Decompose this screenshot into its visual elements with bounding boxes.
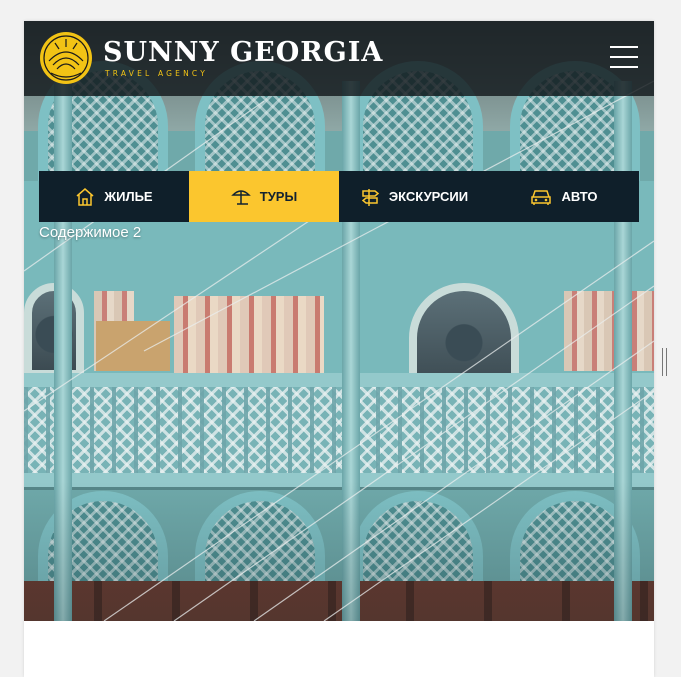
sun-logo-icon[interactable] — [39, 31, 93, 85]
category-tabs: ЖИЛЬЕ ТУРЫ ЭКСКУРСИИ АВТО — [39, 171, 639, 222]
house-icon — [76, 187, 94, 206]
resize-handle[interactable] — [662, 348, 667, 376]
tab-auto[interactable]: АВТО — [489, 171, 639, 222]
tab-housing-label: ЖИЛЬЕ — [104, 189, 153, 204]
page-frame: SUNNY GEORGIA TRAVEL AGENCY ЖИЛЬЕ ТУРЫ Э… — [24, 21, 654, 677]
beach-umbrella-icon — [230, 189, 251, 205]
tab-housing[interactable]: ЖИЛЬЕ — [39, 171, 189, 222]
tab-excursions[interactable]: ЭКСКУРСИИ — [339, 171, 489, 222]
tab-auto-label: АВТО — [561, 189, 598, 204]
brand-title[interactable]: SUNNY GEORGIA — [103, 38, 383, 68]
tab-tours[interactable]: ТУРЫ — [189, 171, 339, 222]
tab-tours-label: ТУРЫ — [259, 189, 298, 204]
signpost-icon — [361, 188, 380, 206]
tab-excursions-label: ЭКСКУРСИИ — [388, 189, 469, 204]
hamburger-menu-icon[interactable] — [610, 46, 640, 68]
tab-content-label: Содержимое 2 — [39, 224, 142, 241]
hero-image — [24, 21, 654, 621]
site-header: SUNNY GEORGIA TRAVEL AGENCY — [24, 21, 654, 96]
car-icon — [531, 189, 552, 205]
brand-subtitle: TRAVEL AGENCY — [105, 69, 209, 78]
